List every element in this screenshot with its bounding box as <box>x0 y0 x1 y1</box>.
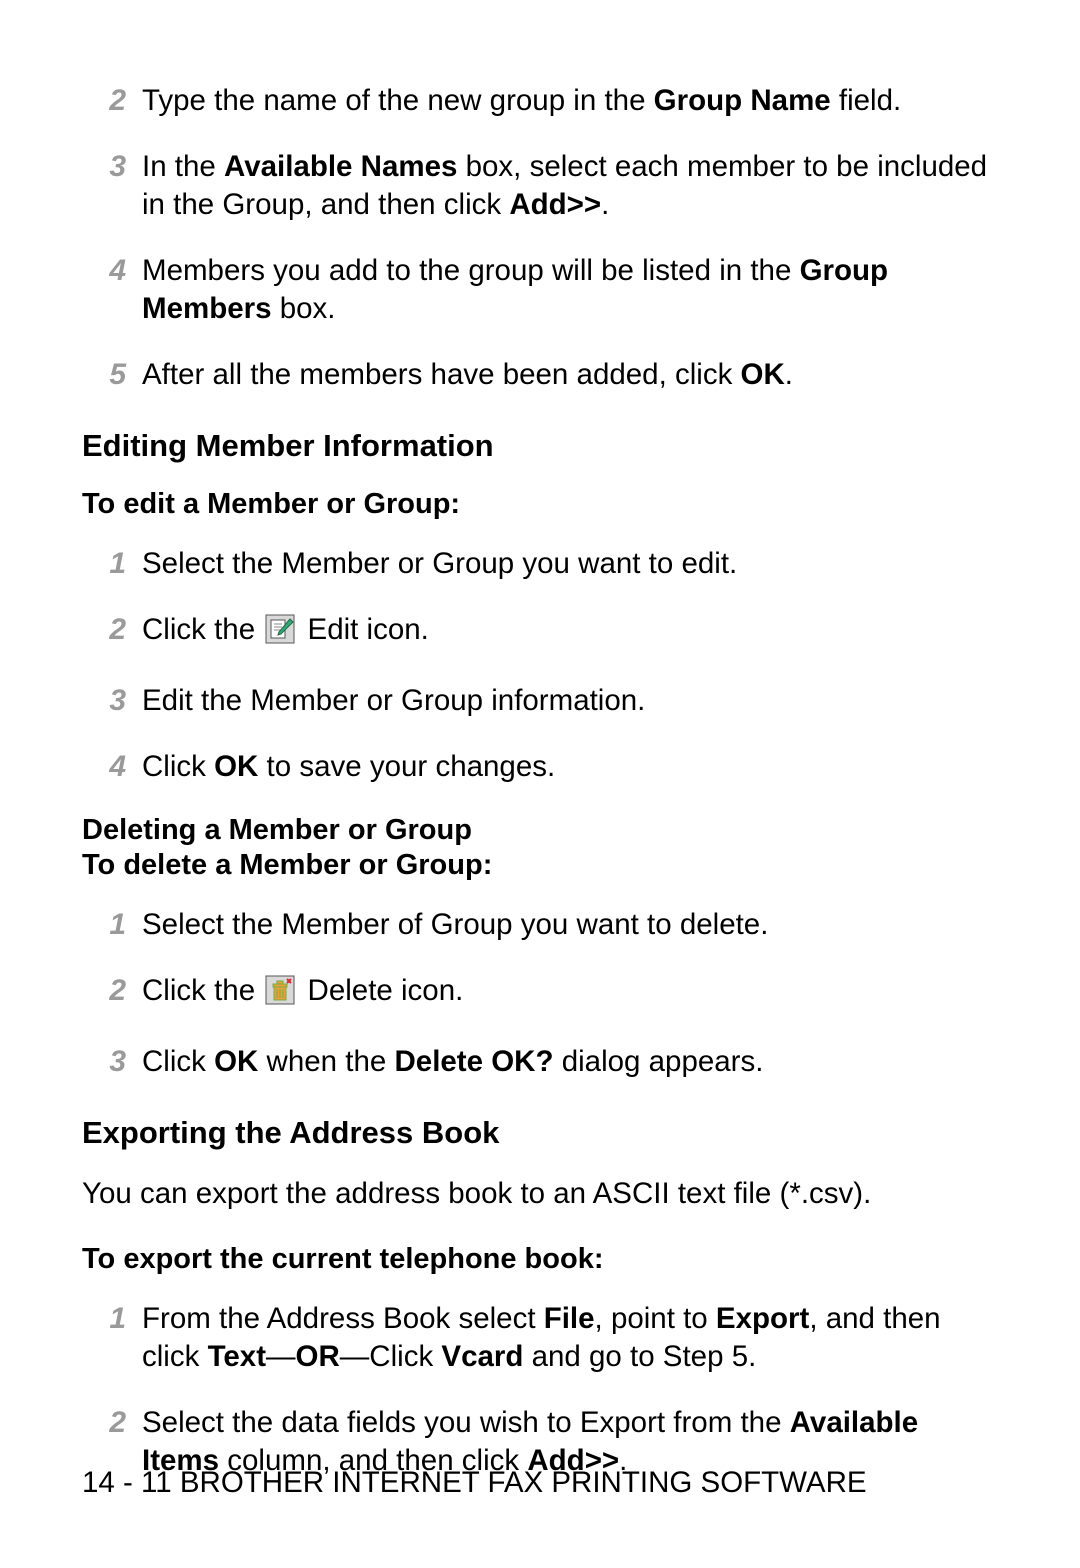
edit-steps-list: 1 Select the Member or Group you want to… <box>82 545 1002 786</box>
text: Delete icon. <box>299 974 463 1007</box>
list-item: 3 Click OK when the Delete OK? dialog ap… <box>82 1043 1002 1081</box>
bold-text: OR <box>296 1340 340 1373</box>
step-number: 2 <box>82 82 142 120</box>
step-text: Click the Delete icon. <box>142 972 1002 1015</box>
text: . <box>601 188 609 221</box>
group-steps-list: 2 Type the name of the new group in the … <box>82 82 1002 394</box>
text: , point to <box>595 1302 716 1335</box>
text: Click the <box>142 613 263 646</box>
bold-text: File <box>544 1302 595 1335</box>
list-item: 2 Click the Edit icon. <box>82 611 1002 654</box>
subheading-export-telephone-book: To export the current telephone book: <box>82 1243 1002 1276</box>
step-text: Select the Member or Group you want to e… <box>142 545 1002 583</box>
delete-icon <box>265 975 295 1015</box>
step-number: 2 <box>82 1404 142 1442</box>
text: Edit icon. <box>299 613 429 646</box>
text: Click <box>142 750 214 783</box>
step-number: 1 <box>82 545 142 583</box>
step-number: 2 <box>82 972 142 1010</box>
step-number: 5 <box>82 356 142 394</box>
text: From the Address Book select <box>142 1302 544 1335</box>
list-item: 2 Type the name of the new group in the … <box>82 82 1002 120</box>
list-item: 3 In the Available Names box, select eac… <box>82 148 1002 224</box>
list-item: 3 Edit the Member or Group information. <box>82 682 1002 720</box>
text: dialog appears. <box>554 1045 764 1078</box>
text: when the <box>258 1045 394 1078</box>
bold-text: OK <box>741 358 785 391</box>
text: . <box>785 358 793 391</box>
text: Members you add to the group will be lis… <box>142 254 800 287</box>
step-text: Click the Edit icon. <box>142 611 1002 654</box>
bold-text: OK <box>214 1045 258 1078</box>
text: Type the name of the new group in the <box>142 84 654 117</box>
delete-steps-list: 1 Select the Member of Group you want to… <box>82 906 1002 1081</box>
heading-deleting-member-group: Deleting a Member or Group <box>82 814 1002 847</box>
step-text: Edit the Member or Group information. <box>142 682 1002 720</box>
list-item: 4 Click OK to save your changes. <box>82 748 1002 786</box>
step-text: Click OK to save your changes. <box>142 748 1002 786</box>
export-steps-list: 1 From the Address Book select File, poi… <box>82 1300 1002 1480</box>
step-text: In the Available Names box, select each … <box>142 148 1002 224</box>
text: After all the members have been added, c… <box>142 358 741 391</box>
text: Click <box>142 1045 214 1078</box>
step-number: 2 <box>82 611 142 649</box>
step-number: 4 <box>82 748 142 786</box>
bold-text: Text <box>208 1340 266 1373</box>
list-item: 2 Click the Delete icon. <box>82 972 1002 1015</box>
text: and go to Step 5. <box>523 1340 756 1373</box>
step-number: 3 <box>82 1043 142 1081</box>
text: Click the <box>142 974 263 1007</box>
text: In the <box>142 150 224 183</box>
text: —Click <box>340 1340 442 1373</box>
step-number: 1 <box>82 906 142 944</box>
bold-text: OK <box>214 750 258 783</box>
bold-text: Export <box>716 1302 809 1335</box>
step-text: Click OK when the Delete OK? dialog appe… <box>142 1043 1002 1081</box>
list-item: 1 Select the Member or Group you want to… <box>82 545 1002 583</box>
heading-exporting-address-book: Exporting the Address Book <box>82 1115 1002 1151</box>
subheading-edit-member-group: To edit a Member or Group: <box>82 488 1002 521</box>
step-text: Select the Member of Group you want to d… <box>142 906 1002 944</box>
bold-text: Vcard <box>441 1340 523 1373</box>
list-item: 5 After all the members have been added,… <box>82 356 1002 394</box>
bold-text: Delete OK? <box>394 1045 553 1078</box>
bold-text: Add>> <box>509 188 601 221</box>
step-number: 3 <box>82 148 142 186</box>
text: to save your changes. <box>258 750 555 783</box>
document-page: 2 Type the name of the new group in the … <box>0 0 1080 1568</box>
text: field. <box>831 84 902 117</box>
edit-icon <box>265 614 295 654</box>
step-number: 3 <box>82 682 142 720</box>
list-item: 1 Select the Member of Group you want to… <box>82 906 1002 944</box>
list-item: 1 From the Address Book select File, poi… <box>82 1300 1002 1376</box>
text: box. <box>272 292 336 325</box>
step-text: Type the name of the new group in the Gr… <box>142 82 1002 120</box>
step-text: Members you add to the group will be lis… <box>142 252 1002 328</box>
bold-text: Available Names <box>224 150 457 183</box>
export-intro-paragraph: You can export the address book to an AS… <box>82 1175 1002 1213</box>
subheading-delete-member-group: To delete a Member or Group: <box>82 849 1002 882</box>
text: — <box>266 1340 296 1373</box>
step-number: 1 <box>82 1300 142 1338</box>
page-footer: 14 - 11 BROTHER INTERNET FAX PRINTING SO… <box>82 1466 867 1500</box>
text: Select the data fields you wish to Expor… <box>142 1406 790 1439</box>
list-item: 4 Members you add to the group will be l… <box>82 252 1002 328</box>
step-number: 4 <box>82 252 142 290</box>
step-text: From the Address Book select File, point… <box>142 1300 1002 1376</box>
heading-editing-member-info: Editing Member Information <box>82 428 1002 464</box>
step-text: After all the members have been added, c… <box>142 356 1002 394</box>
bold-text: Group Name <box>654 84 831 117</box>
